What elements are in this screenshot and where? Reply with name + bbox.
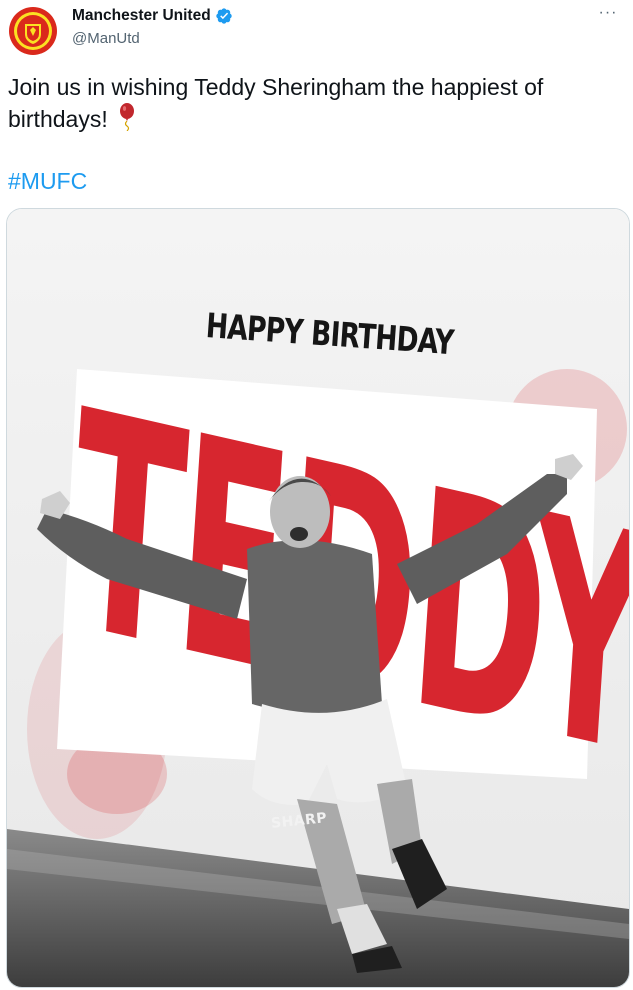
avatar[interactable] <box>8 6 58 56</box>
club-crest-icon <box>9 7 57 55</box>
tweet-media-image[interactable]: HAPPY BIRTHDAY TEDDY SHARP <box>6 208 630 988</box>
tweet-body: Join us in wishing Teddy Sheringham the … <box>8 74 544 132</box>
account-handle[interactable]: @ManUtd <box>72 30 140 47</box>
hashtag-link[interactable]: #MUFC <box>8 166 87 197</box>
balloon-icon <box>120 103 135 131</box>
player-figure <box>37 454 583 973</box>
tweet-text: Join us in wishing Teddy Sheringham the … <box>8 72 618 135</box>
display-name[interactable]: Manchester United <box>72 7 211 25</box>
more-icon: ··· <box>598 4 618 21</box>
verified-badge-icon <box>215 8 232 24</box>
more-options-button[interactable]: ··· <box>595 2 621 24</box>
tweet-header: Manchester United @ManUtd ··· <box>0 0 633 64</box>
